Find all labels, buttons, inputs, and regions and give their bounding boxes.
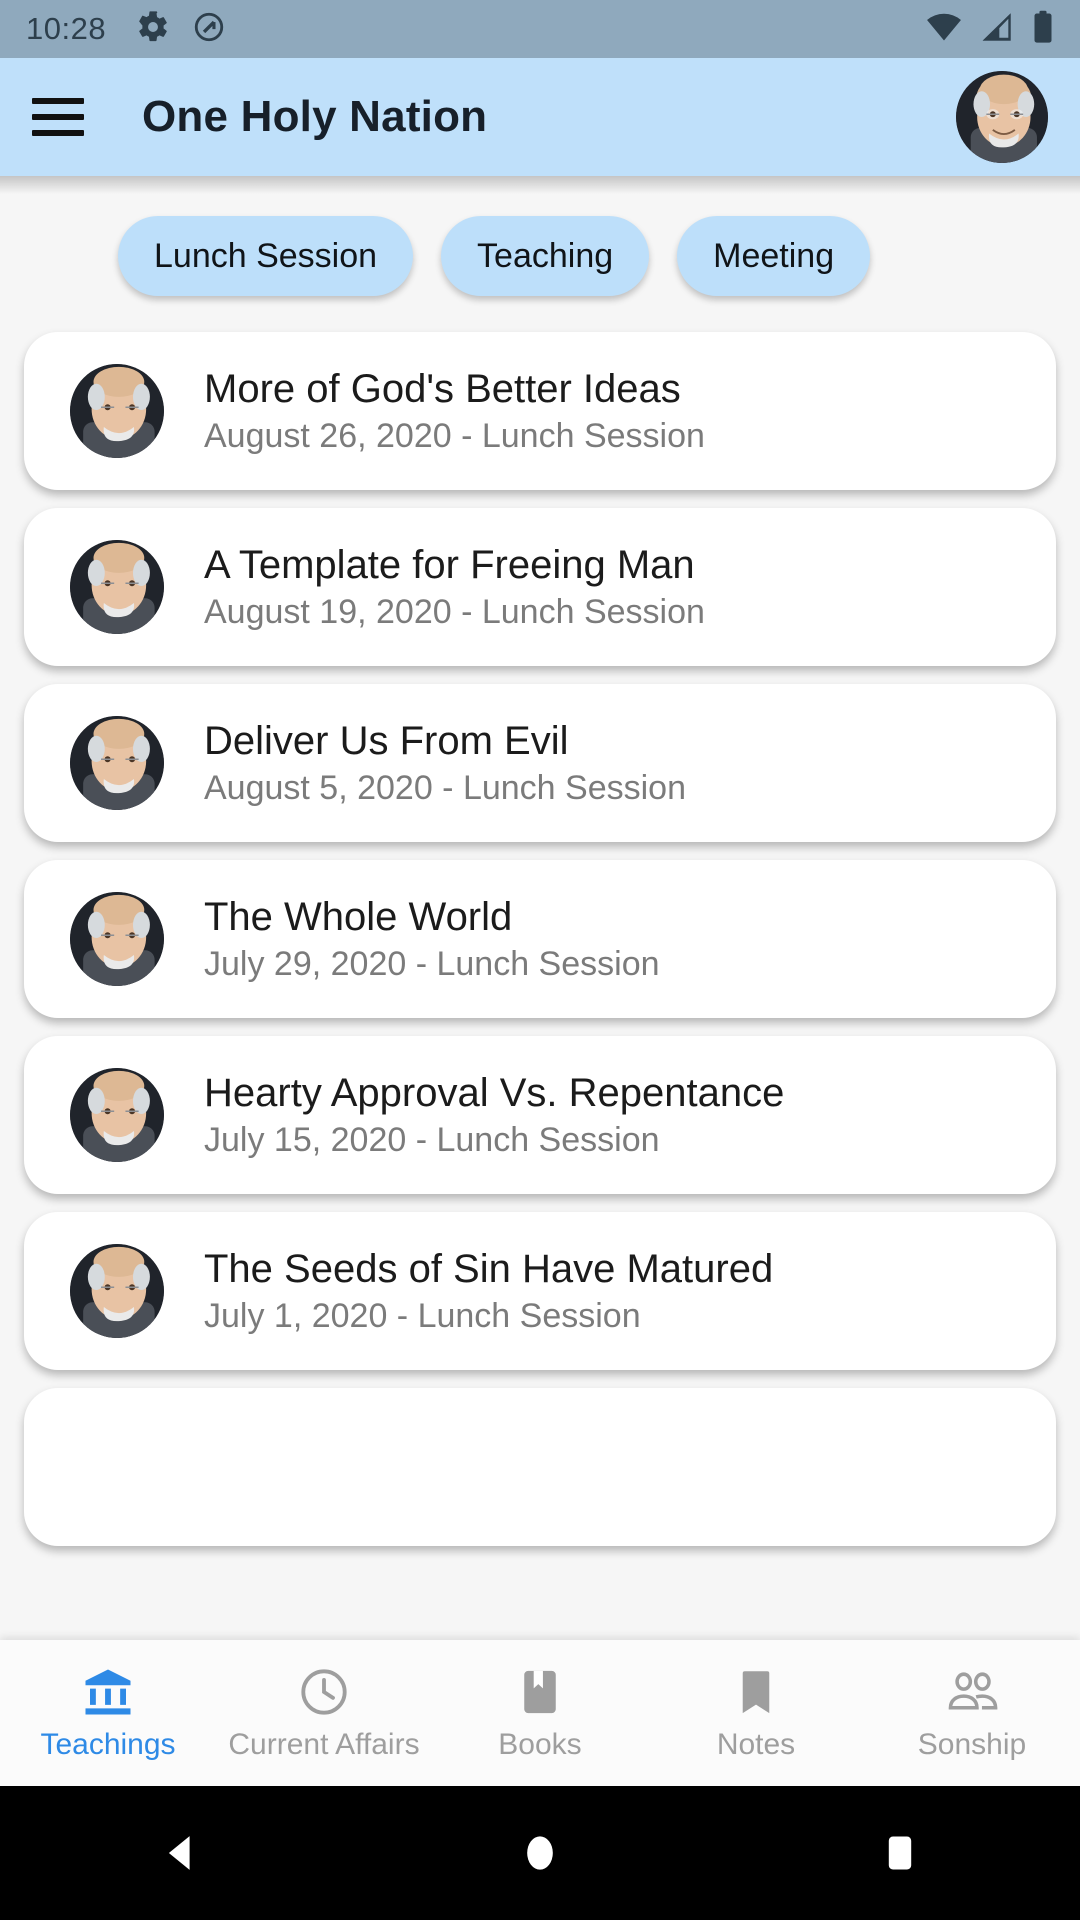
chip-label: Meeting <box>713 236 835 275</box>
app-bar: One Holy Nation <box>0 58 1080 176</box>
status-bar: 10:28 <box>0 0 1080 58</box>
cellular-signal-icon <box>980 12 1014 47</box>
chip-teaching[interactable]: Teaching <box>441 216 650 296</box>
list-item-title: The Whole World <box>204 894 513 939</box>
home-circle-icon[interactable] <box>480 1786 600 1920</box>
list-item-subtitle: July 1, 2020 - Lunch Session <box>204 1296 641 1335</box>
list-item-text: The Whole World July 29, 2020 - Lunch Se… <box>204 894 660 984</box>
chip-label: Teaching <box>477 236 614 275</box>
list-item-subtitle: July 29, 2020 - Lunch Session <box>204 944 660 983</box>
speaker-avatar <box>70 1244 164 1338</box>
list-item[interactable]: Deliver Us From Evil August 5, 2020 - Lu… <box>24 684 1056 842</box>
list-item-text: Deliver Us From Evil August 5, 2020 - Lu… <box>204 718 686 808</box>
list-item-title: Deliver Us From Evil <box>204 718 569 763</box>
status-bar-clock: 10:28 <box>26 11 107 46</box>
page-title: One Holy Nation <box>142 92 488 141</box>
people-icon <box>943 1664 1001 1720</box>
status-bar-notification-icons <box>136 10 226 49</box>
nav-item-current-affairs[interactable]: Current Affairs <box>216 1664 432 1762</box>
speaker-avatar <box>70 716 164 810</box>
hamburger-menu-icon[interactable] <box>32 98 84 136</box>
chip-label: Lunch Session <box>154 236 378 275</box>
teaching-list: More of God's Better Ideas August 26, 20… <box>0 296 1080 1546</box>
do-not-disturb-icon <box>192 10 226 49</box>
speaker-avatar <box>70 540 164 634</box>
nav-item-notes[interactable]: Notes <box>648 1664 864 1762</box>
recents-square-icon[interactable] <box>840 1786 960 1920</box>
nav-label: Books <box>498 1728 582 1761</box>
battery-full-icon <box>1032 10 1054 49</box>
bookmark-icon <box>729 1664 783 1720</box>
avatar[interactable] <box>956 71 1048 163</box>
nav-label: Notes <box>716 1728 796 1761</box>
back-triangle-icon[interactable] <box>120 1786 240 1920</box>
main-content: Lunch Session Teaching Meeting More of G… <box>0 176 1080 1640</box>
list-item[interactable]: A Template for Freeing Man August 19, 20… <box>24 508 1056 666</box>
account-balance-icon <box>81 1664 135 1720</box>
list-item-title: A Template for Freeing Man <box>204 542 695 587</box>
nav-item-books[interactable]: Books <box>432 1664 648 1762</box>
list-item-subtitle: August 26, 2020 - Lunch Session <box>204 416 705 455</box>
list-item[interactable]: Hearty Approval Vs. Repentance July 15, … <box>24 1036 1056 1194</box>
book-icon <box>513 1664 567 1720</box>
nav-item-sonship[interactable]: Sonship <box>864 1664 1080 1762</box>
speaker-avatar <box>70 1068 164 1162</box>
status-bar-system-icons <box>926 10 1054 49</box>
list-item-text: Hearty Approval Vs. Repentance July 15, … <box>204 1070 784 1160</box>
list-item[interactable]: More of God's Better Ideas August 26, 20… <box>24 332 1056 490</box>
list-item-subtitle: August 19, 2020 - Lunch Session <box>204 592 705 631</box>
android-navigation-bar <box>0 1786 1080 1920</box>
list-item-partial[interactable] <box>24 1388 1056 1546</box>
list-item-text: More of God's Better Ideas August 26, 20… <box>204 366 705 456</box>
list-item[interactable]: The Seeds of Sin Have Matured July 1, 20… <box>24 1212 1056 1370</box>
list-item-title: Hearty Approval Vs. Repentance <box>204 1070 785 1115</box>
nav-label: Current Affairs <box>228 1728 420 1761</box>
gear-icon <box>136 10 170 49</box>
nav-label: Teachings <box>40 1728 176 1761</box>
nav-item-teachings[interactable]: Teachings <box>0 1664 216 1762</box>
list-item-subtitle: July 15, 2020 - Lunch Session <box>204 1120 660 1159</box>
list-item-text: The Seeds of Sin Have Matured July 1, 20… <box>204 1246 773 1336</box>
filter-chip-row: Lunch Session Teaching Meeting <box>0 176 1080 296</box>
bottom-navigation: Teachings Current Affairs Books Notes So <box>0 1640 1080 1786</box>
wifi-icon <box>926 12 962 47</box>
chip-lunch-session[interactable]: Lunch Session <box>118 216 414 296</box>
phone-screen: 10:28 One Holy Nation Lunch Session Teac… <box>0 0 1080 1920</box>
list-item-text: A Template for Freeing Man August 19, 20… <box>204 542 705 632</box>
speaker-avatar <box>70 364 164 458</box>
clock-icon <box>297 1664 351 1720</box>
chip-meeting[interactable]: Meeting <box>677 216 871 296</box>
list-item-title: The Seeds of Sin Have Matured <box>204 1246 774 1291</box>
list-item-title: More of God's Better Ideas <box>204 366 681 411</box>
list-item[interactable]: The Whole World July 29, 2020 - Lunch Se… <box>24 860 1056 1018</box>
nav-label: Sonship <box>917 1728 1027 1761</box>
speaker-avatar <box>70 892 164 986</box>
list-item-subtitle: August 5, 2020 - Lunch Session <box>204 768 686 807</box>
